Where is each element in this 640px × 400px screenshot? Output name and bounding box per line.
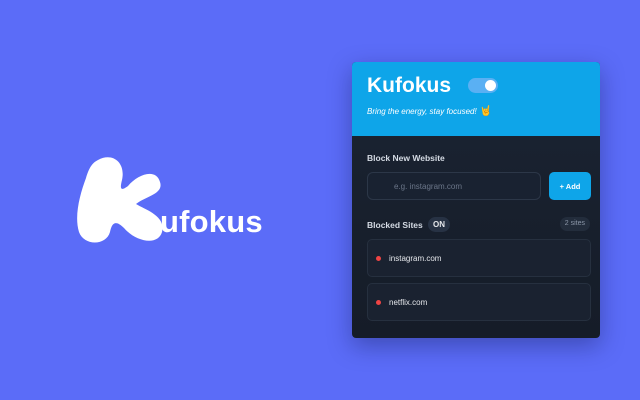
focus-mode-toggle[interactable] (468, 78, 498, 93)
brand-logo: ufokus (76, 154, 286, 246)
website-url-input[interactable] (367, 172, 541, 200)
site-name: instagram.com (389, 254, 442, 263)
extension-popup: Kufokus Bring the energy, stay focused! 🤘… (352, 62, 600, 338)
block-new-website-label: Block New Website (367, 153, 445, 163)
add-site-button[interactable]: + Add (549, 172, 591, 200)
list-item[interactable]: netflix.com (367, 283, 591, 321)
blocking-status-badge: ON (428, 217, 450, 232)
toggle-knob (485, 80, 496, 91)
tagline: Bring the energy, stay focused! 🤘 (367, 106, 492, 118)
status-dot-icon (376, 256, 381, 261)
popup-title: Kufokus (367, 74, 451, 97)
blocked-sites-label: Blocked Sites (367, 220, 423, 230)
site-name: netflix.com (389, 298, 428, 307)
list-item[interactable]: instagram.com (367, 239, 591, 277)
brand-wordmark: ufokus (160, 204, 263, 239)
rock-hand-icon: 🤘 (479, 106, 493, 117)
tagline-text: Bring the energy, stay focused! (367, 107, 477, 116)
popup-header: Kufokus Bring the energy, stay focused! 🤘 (352, 62, 600, 136)
site-count-badge: 2 sites (559, 217, 590, 231)
status-dot-icon (376, 300, 381, 305)
